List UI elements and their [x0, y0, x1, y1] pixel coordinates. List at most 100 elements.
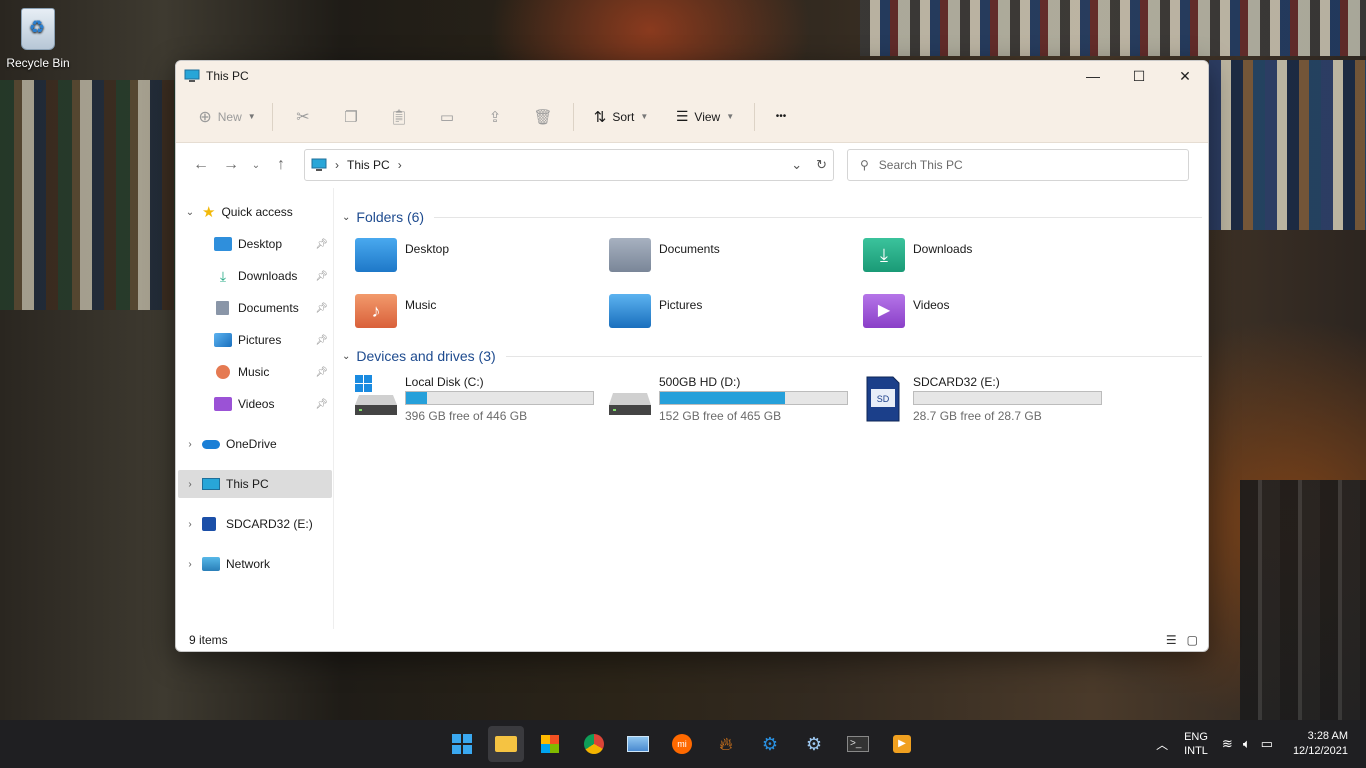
address-bar[interactable]: › This PC › ⌄ ↻: [304, 149, 834, 181]
desktop-recycle-bin[interactable]: Recycle Bin: [6, 8, 70, 70]
folder-tile-music[interactable]: ♪ Music: [355, 294, 605, 338]
recycle-bin-icon: [21, 8, 55, 50]
start-button[interactable]: [444, 726, 480, 762]
title-bar[interactable]: This PC — ☐ ✕: [176, 61, 1208, 91]
drive-tile-c[interactable]: Local Disk (C:) 396 GB free of 446 GB: [355, 373, 605, 423]
address-history-dropdown[interactable]: ⌄: [791, 157, 802, 173]
cloud-icon: [202, 439, 220, 449]
volume-icon[interactable]: 🔈︎: [1243, 736, 1251, 752]
show-hidden-icons-chevron-icon[interactable]: ︿: [1156, 736, 1168, 753]
toolbar-divider: [573, 102, 574, 131]
search-input[interactable]: Search This PC: [879, 158, 963, 172]
large-icons-view-icon[interactable]: ▢: [1187, 633, 1198, 647]
breadcrumb-chevron-icon[interactable]: ›: [398, 158, 402, 172]
media-player-taskbar-button[interactable]: ▶: [884, 726, 920, 762]
store-taskbar-button[interactable]: [532, 726, 568, 762]
chrome-taskbar-button[interactable]: [576, 726, 612, 762]
nav-onedrive[interactable]: › OneDrive: [178, 430, 332, 458]
nav-item-pictures[interactable]: Pictures 📌︎: [178, 326, 332, 354]
delete-button[interactable]: 🗑︎: [519, 99, 567, 135]
forward-button[interactable]: →: [216, 150, 246, 180]
mi-taskbar-button[interactable]: mi: [664, 726, 700, 762]
nav-item-desktop[interactable]: Desktop 📌︎: [178, 230, 332, 258]
nav-network-label: Network: [226, 557, 271, 571]
rename-icon: ▭: [439, 108, 455, 126]
folder-tile-desktop[interactable]: Desktop: [355, 238, 605, 282]
folders-group-header[interactable]: ⌄ Folders (6): [342, 209, 1202, 225]
wallpaper-shelf-top: [860, 0, 1366, 56]
gears-app-taskbar-button[interactable]: ⚙: [752, 726, 788, 762]
share-button[interactable]: ⇪: [471, 99, 519, 135]
system-tray: ︿ ENG INTL ≋ 🔈︎ ▭ 3:28 AM 12/12/2021: [1156, 720, 1366, 768]
nav-quick-access[interactable]: ⌄ ★ Quick access: [178, 198, 332, 226]
expand-chevron-icon[interactable]: ›: [178, 559, 202, 570]
folder-tile-downloads[interactable]: ⤓ Downloads: [863, 238, 1113, 282]
chrome-icon: [584, 734, 604, 754]
nav-item-downloads[interactable]: ⤓ Downloads 📌︎: [178, 262, 332, 290]
expand-chevron-icon[interactable]: ›: [178, 479, 202, 490]
lang-code: ENG: [1184, 731, 1208, 743]
drive-usage-bar: [659, 391, 848, 405]
sort-icon: ⇅: [593, 108, 607, 126]
folder-tile-pictures[interactable]: Pictures: [609, 294, 859, 338]
cut-button[interactable]: ✂: [279, 99, 327, 135]
drive-tile-d[interactable]: 500GB HD (D:) 152 GB free of 465 GB: [609, 373, 859, 423]
arrow-up-icon: ↑: [277, 156, 285, 173]
nav-item-music[interactable]: Music 📌︎: [178, 358, 332, 386]
photos-taskbar-button[interactable]: [620, 726, 656, 762]
paste-button[interactable]: 📋︎: [375, 99, 423, 135]
file-explorer-taskbar-button[interactable]: [488, 726, 524, 762]
new-button[interactable]: ⊕ New ▼: [188, 99, 266, 135]
sd-card-icon: [202, 517, 216, 531]
windows-logo-icon: [452, 734, 472, 754]
drive-tile-e[interactable]: SD SDCARD32 (E:) 28.7 GB free of 28.7 GB: [863, 373, 1113, 423]
terminal-taskbar-button[interactable]: >_: [840, 726, 876, 762]
clock[interactable]: 3:28 AM 12/12/2021: [1293, 729, 1348, 759]
copy-icon: ❐: [344, 108, 358, 126]
view-button[interactable]: ☰ View ▼: [662, 99, 748, 135]
nav-network[interactable]: › Network: [178, 550, 332, 578]
folder-name: Videos: [913, 298, 950, 312]
pin-icon: 📌︎: [315, 366, 328, 378]
drive-name: SDCARD32 (E:): [913, 375, 1000, 389]
pictures-folder-icon: [609, 294, 651, 328]
search-box[interactable]: ⚲ Search This PC: [847, 149, 1189, 181]
refresh-icon[interactable]: ↻: [816, 157, 827, 173]
back-button[interactable]: ←: [186, 150, 216, 180]
sort-button[interactable]: ⇅ Sort ▼: [580, 99, 662, 135]
nav-sdcard[interactable]: › SDCARD32 (E:): [178, 510, 332, 538]
collapse-chevron-icon[interactable]: ⌄: [342, 212, 350, 223]
flame-app-taskbar-button[interactable]: 🔥︎: [708, 726, 744, 762]
hard-drive-icon: [609, 375, 651, 419]
minimize-button[interactable]: —: [1070, 61, 1116, 91]
drives-group-header[interactable]: ⌄ Devices and drives (3): [342, 348, 1202, 364]
document-icon: [216, 301, 229, 315]
settings-taskbar-button[interactable]: ⚙: [796, 726, 832, 762]
recent-locations-button[interactable]: ⌄: [246, 150, 266, 180]
close-button[interactable]: ✕: [1162, 61, 1208, 91]
maximize-button[interactable]: ☐: [1116, 61, 1162, 91]
up-button[interactable]: ↑: [266, 150, 296, 180]
folder-tile-documents[interactable]: Documents: [609, 238, 859, 282]
details-view-icon[interactable]: ☰: [1166, 633, 1177, 647]
nav-this-pc[interactable]: › This PC: [178, 470, 332, 498]
chevron-down-icon: ▼: [247, 112, 256, 121]
nav-item-videos[interactable]: Videos 📌︎: [178, 390, 332, 418]
expand-chevron-icon[interactable]: ›: [178, 519, 202, 530]
nav-item-documents[interactable]: Documents 📌︎: [178, 294, 332, 322]
collapse-chevron-icon[interactable]: ⌄: [342, 351, 350, 362]
collapse-chevron-icon[interactable]: ⌄: [178, 207, 202, 218]
rename-button[interactable]: ▭: [423, 99, 471, 135]
breadcrumb-this-pc[interactable]: This PC: [347, 158, 390, 172]
copy-button[interactable]: ❐: [327, 99, 375, 135]
navigation-pane: ⌄ ★ Quick access Desktop 📌︎ ⤓ Downloads …: [176, 188, 334, 629]
expand-chevron-icon[interactable]: ›: [178, 439, 202, 450]
toolbar-divider: [272, 102, 273, 131]
more-options-button[interactable]: •••: [761, 99, 801, 135]
this-pc-icon: [184, 69, 200, 82]
gears-icon: ⚙: [761, 733, 779, 754]
input-language-indicator[interactable]: ENG INTL: [1184, 730, 1208, 758]
folder-tile-videos[interactable]: ▶ Videos: [863, 294, 1113, 338]
battery-icon[interactable]: ▭: [1261, 736, 1273, 752]
wifi-icon[interactable]: ≋: [1222, 736, 1233, 752]
